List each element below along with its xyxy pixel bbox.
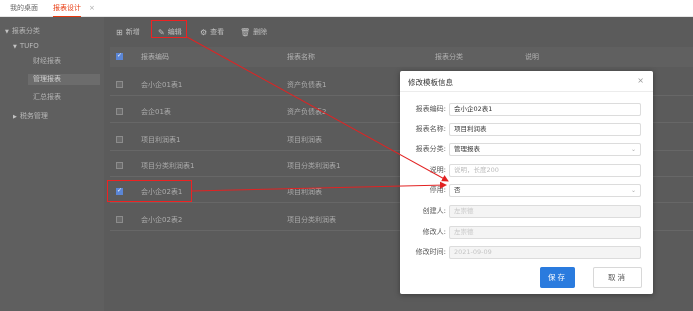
- modifier-label: 修改人:: [422, 228, 446, 236]
- save-button[interactable]: 保存: [540, 267, 575, 288]
- cell-code: 会小企01表1: [141, 80, 183, 89]
- description-field[interactable]: 说明，长度200: [449, 164, 641, 177]
- cancel-button[interactable]: 取消: [593, 267, 642, 288]
- name-label: 报表名称:: [415, 125, 446, 133]
- add-file-icon: ⊞: [116, 27, 123, 37]
- row-checkbox[interactable]: [116, 215, 123, 223]
- category-select[interactable]: 管理报表 ⌄: [449, 143, 641, 156]
- code-label: 报表编码:: [415, 105, 446, 113]
- caret-right-icon: ▶: [13, 114, 17, 120]
- row-checkbox[interactable]: [116, 161, 123, 169]
- caret-down-icon: ▼: [5, 29, 9, 35]
- column-header-name[interactable]: 报表名称: [287, 47, 315, 67]
- cell-name: 项目分类利润表1: [287, 161, 341, 170]
- tab-report-design[interactable]: 报表设计: [53, 4, 81, 17]
- cell-name: 资产负债表2: [287, 107, 327, 116]
- selected-row-annotation-box: [107, 180, 192, 202]
- chevron-down-icon: ⌄: [630, 187, 636, 194]
- column-header-category[interactable]: 报表分类: [435, 47, 463, 67]
- code-field[interactable]: 会小企02表1: [449, 103, 641, 116]
- disabled-select[interactable]: 否 ⌄: [449, 184, 641, 197]
- view-button[interactable]: ⚙ 查看: [200, 26, 224, 38]
- cell-name: 项目利润表: [287, 187, 322, 196]
- creator-label: 创建人:: [422, 207, 446, 215]
- creator-field: 左崇德: [449, 205, 641, 218]
- category-selected-value: 管理报表: [454, 145, 480, 153]
- tree-group-tufo[interactable]: ▼ TUFO: [13, 42, 39, 52]
- disabled-label: 停用:: [429, 186, 446, 194]
- cell-name: 项目分类利润表: [287, 215, 336, 224]
- disabled-selected-value: 否: [454, 186, 461, 194]
- delete-button[interactable]: 🗑 删除: [240, 26, 267, 38]
- description-label: 说明:: [429, 166, 446, 174]
- trash-icon: 🗑: [240, 27, 251, 37]
- tree-group-tax[interactable]: ▶ 税务管理: [13, 112, 48, 122]
- tree-leaf-finance-report[interactable]: 财经报表: [28, 56, 100, 67]
- select-all-checkbox[interactable]: [116, 52, 123, 60]
- dialog-title: 修改模板信息: [408, 78, 453, 87]
- category-label: 报表分类:: [415, 145, 446, 153]
- add-button[interactable]: ⊞ 新增: [116, 26, 140, 38]
- tree-leaf-management-report[interactable]: 管理报表: [28, 74, 100, 85]
- edit-button-annotation-box: [151, 20, 187, 38]
- cell-code: 会小企02表2: [141, 215, 183, 224]
- cell-code: 项目分类利润表1: [141, 161, 195, 170]
- name-field[interactable]: 项目利润表: [449, 123, 641, 136]
- cell-code: 会企01表: [141, 107, 171, 116]
- modified-time-field: 2021-09-09: [449, 246, 641, 259]
- modified-time-label: 修改时间:: [415, 248, 446, 256]
- cell-code: 项目利润表1: [141, 135, 181, 144]
- chevron-down-icon: ⌄: [630, 146, 636, 153]
- gear-icon: ⚙: [200, 27, 208, 37]
- cell-name: 项目利润表: [287, 135, 322, 144]
- modifier-field: 左崇德: [449, 226, 641, 239]
- row-checkbox[interactable]: [116, 135, 123, 143]
- tab-my-desktop[interactable]: 我的桌面: [10, 4, 38, 13]
- dialog-header: 修改模板信息 ×: [400, 71, 653, 92]
- cell-name: 资产负债表1: [287, 80, 327, 89]
- row-checkbox[interactable]: [116, 80, 123, 88]
- table-header: 报表编码 报表名称 报表分类 说明: [110, 47, 693, 67]
- close-icon[interactable]: ×: [637, 76, 644, 85]
- caret-down-icon: ▼: [13, 44, 17, 50]
- top-tab-bar: 我的桌面 报表设计 ×: [0, 0, 693, 17]
- tree-root-report-category[interactable]: ▼ 报表分类: [5, 27, 40, 37]
- column-header-code[interactable]: 报表编码: [141, 47, 169, 67]
- tree-leaf-summary-report[interactable]: 汇总报表: [28, 92, 100, 103]
- tab-close-icon[interactable]: ×: [89, 4, 95, 13]
- edit-template-dialog: 修改模板信息 × 报表编码: 会小企02表1 报表名称: 项目利润表 报表分类:…: [400, 71, 653, 294]
- row-checkbox[interactable]: [116, 107, 123, 115]
- column-header-description[interactable]: 说明: [525, 47, 539, 67]
